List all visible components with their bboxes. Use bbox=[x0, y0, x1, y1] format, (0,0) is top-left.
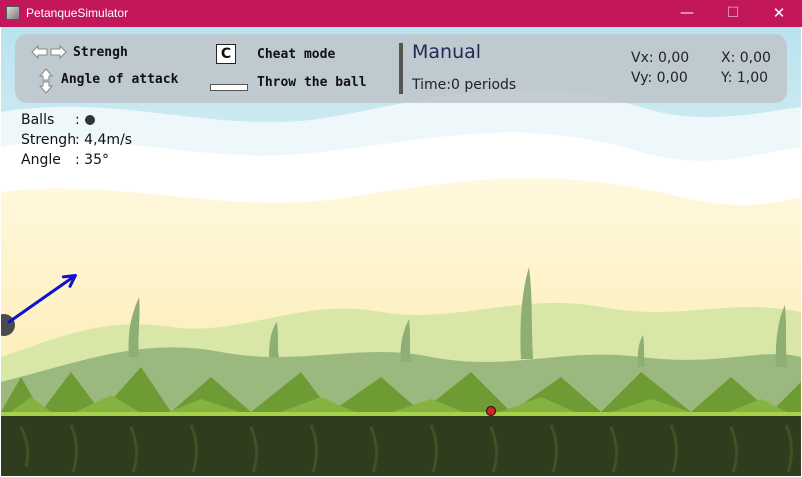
vx-readout: Vx: 0,00 bbox=[631, 50, 690, 66]
app-window: PetanqueSimulator — ☐ ✕ Strengh Angle of… bbox=[0, 0, 802, 477]
c-key-icon: C bbox=[216, 44, 236, 64]
spacebar-key-icon bbox=[210, 84, 248, 91]
title-bar: PetanqueSimulator — ☐ ✕ bbox=[0, 0, 802, 27]
left-right-arrows-icon bbox=[31, 45, 67, 59]
throw-ball-label: Throw the ball bbox=[257, 75, 367, 90]
hud-divider bbox=[399, 43, 403, 94]
strength-stat: Strengh: 4,4m/s bbox=[21, 132, 132, 148]
angle-stat: Angle : 35° bbox=[21, 152, 109, 168]
angle-value: : 35° bbox=[75, 152, 109, 168]
app-icon bbox=[6, 6, 20, 20]
maximize-button[interactable]: ☐ bbox=[710, 0, 756, 27]
time-readout: Time:0 periods bbox=[412, 77, 517, 93]
y-readout: Y: 1,00 bbox=[721, 70, 769, 86]
strength-label: Strengh bbox=[21, 132, 77, 148]
angle-control-label: Angle of attack bbox=[61, 72, 179, 87]
target-ball bbox=[485, 405, 497, 417]
vy-readout: Vy: 0,00 bbox=[631, 70, 688, 86]
balls-separator: : bbox=[75, 112, 80, 128]
balls-label: Balls bbox=[21, 112, 55, 128]
close-button[interactable]: ✕ bbox=[756, 0, 802, 27]
strength-control-label: Strengh bbox=[73, 45, 128, 60]
window-title: PetanqueSimulator bbox=[26, 6, 129, 20]
strength-value: : 4,4m/s bbox=[75, 132, 133, 148]
x-readout: X: 0,00 bbox=[721, 50, 771, 66]
game-scene[interactable]: Strengh Angle of attack C Cheat mode Thr… bbox=[1, 27, 801, 476]
ball-remaining-icon bbox=[84, 115, 95, 125]
balls-remaining bbox=[80, 112, 95, 128]
balls-stat: Balls: bbox=[21, 112, 95, 128]
mode-indicator: Manual bbox=[412, 41, 482, 63]
controls-hud: Strengh Angle of attack C Cheat mode Thr… bbox=[15, 34, 787, 103]
up-down-arrows-icon bbox=[39, 68, 53, 94]
minimize-button[interactable]: — bbox=[664, 0, 710, 27]
cheat-mode-label: Cheat mode bbox=[257, 47, 336, 62]
angle-label: Angle bbox=[21, 152, 61, 168]
